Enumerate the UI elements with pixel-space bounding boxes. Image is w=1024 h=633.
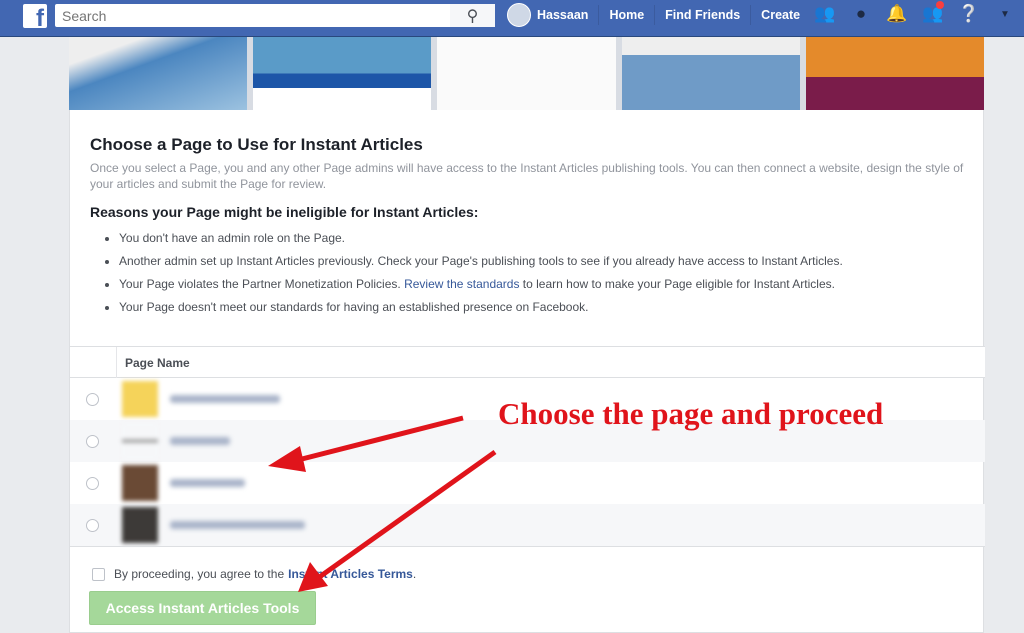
nav-icons: 👥 ● 🔔 👥 ❔ ▼ [814, 1, 1016, 25]
reason-item: You don't have an admin role on the Page… [119, 232, 843, 245]
terms-agreement: By proceeding, you agree to the Instant … [92, 567, 416, 581]
description: Once you select a Page, you and any othe… [90, 161, 964, 191]
table-header: Page Name [70, 346, 985, 378]
reasons-list: You don't have an admin role on the Page… [119, 232, 843, 324]
reason-item: Your Page doesn't meet our standards for… [119, 301, 843, 314]
help-icon[interactable]: ❔ [958, 3, 980, 25]
page-name-blurred [170, 437, 230, 445]
page-thumbnail [122, 507, 158, 543]
search-input[interactable] [55, 4, 450, 27]
terms-link[interactable]: Instant Articles Terms [288, 567, 413, 581]
agree-text: By proceeding, you agree to the [114, 567, 285, 581]
facebook-logo-icon[interactable]: f [23, 4, 47, 28]
messenger-icon[interactable]: ● [850, 3, 872, 25]
reason-item: Your Page violates the Partner Monetizat… [119, 278, 843, 291]
page-title: Choose a Page to Use for Instant Article… [90, 135, 423, 154]
page-radio[interactable] [86, 434, 99, 448]
table-row[interactable] [70, 504, 985, 546]
top-bar: f ⚲ Hassaan Home Find Friends Create 👥 ●… [0, 0, 1024, 37]
annotation-text: Choose the page and proceed [498, 396, 884, 431]
reason-item: Another admin set up Instant Articles pr… [119, 255, 843, 268]
nav-home[interactable]: Home [599, 5, 656, 25]
page-name-blurred [170, 521, 305, 529]
reason-text: Your Page violates the Partner Monetizat… [119, 277, 405, 291]
agree-checkbox[interactable] [92, 567, 105, 581]
avatar [507, 3, 531, 27]
friends-icon[interactable]: 👥 [814, 3, 836, 25]
notifications-icon[interactable]: 🔔 [886, 3, 908, 25]
page-thumbnail [122, 381, 158, 417]
dropdown-icon[interactable]: ▼ [994, 3, 1016, 25]
page-radio[interactable] [86, 518, 99, 532]
search-box: ⚲ [55, 4, 495, 27]
reasons-title: Reasons your Page might be ineligible fo… [90, 204, 479, 220]
table-row[interactable] [70, 462, 985, 504]
nav-create[interactable]: Create [751, 5, 810, 25]
reason-text: to learn how to make your Page eligible … [519, 277, 835, 291]
page-radio[interactable] [86, 476, 99, 490]
quick-help-icon[interactable]: 👥 [922, 1, 944, 25]
nav: Hassaan Home Find Friends Create [497, 0, 810, 30]
profile-link[interactable]: Hassaan [497, 3, 600, 27]
banner-image [69, 37, 984, 110]
instant-articles-panel: Choose a Page to Use for Instant Article… [69, 110, 985, 633]
page-radio[interactable] [86, 392, 99, 406]
page-thumbnail [122, 423, 158, 459]
nav-find-friends[interactable]: Find Friends [655, 5, 752, 25]
page-name-blurred [170, 395, 280, 403]
search-icon[interactable]: ⚲ [450, 4, 495, 27]
user-name: Hassaan [537, 8, 589, 22]
page-name-blurred [170, 479, 245, 487]
agree-end: . [412, 567, 417, 581]
access-tools-button[interactable]: Access Instant Articles Tools [89, 591, 316, 625]
page-name-header: Page Name [125, 356, 190, 370]
page-thumbnail [122, 465, 158, 501]
review-standards-link[interactable]: Review the standards [404, 277, 519, 291]
